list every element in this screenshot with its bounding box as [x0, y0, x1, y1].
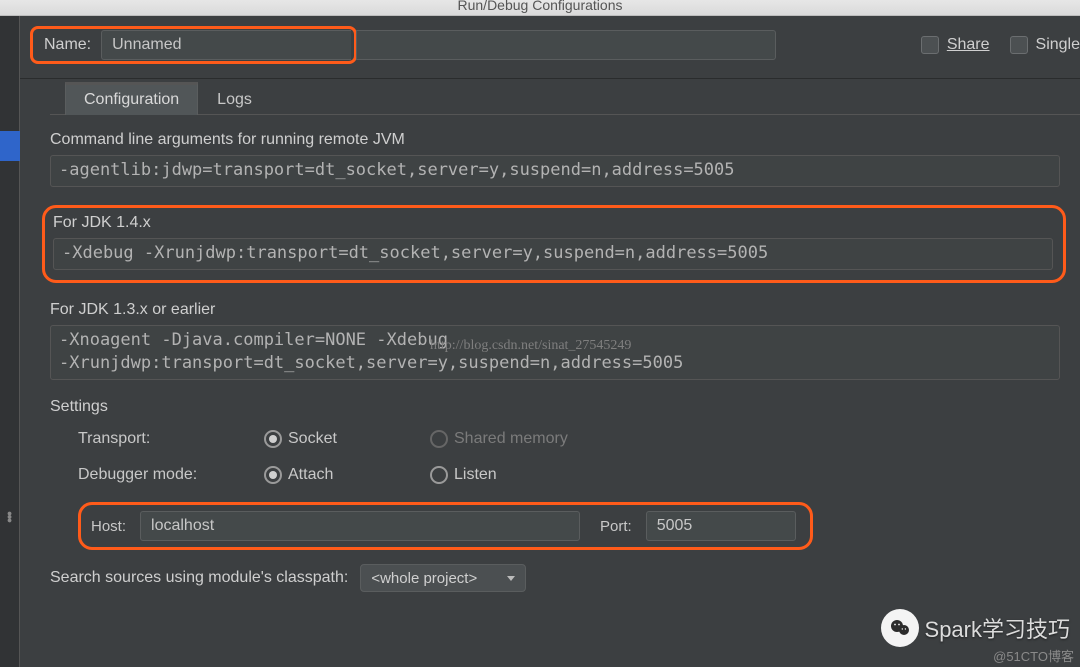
transport-socket-label: Socket [288, 430, 337, 448]
top-checkboxes: Share Single [921, 36, 1080, 54]
mode-attach-label: Attach [288, 466, 333, 484]
single-checkbox[interactable]: Single [1010, 36, 1080, 54]
port-label: Port: [594, 518, 632, 535]
search-sources-row: Search sources using module's classpath:… [50, 564, 1080, 592]
name-label: Name: [36, 36, 101, 54]
gutter-grip-icon[interactable]: ●●● [5, 511, 15, 521]
settings-title: Settings [50, 398, 1080, 416]
radio-off-icon [430, 466, 448, 484]
mode-listen-label: Listen [454, 466, 497, 484]
wechat-icon [881, 609, 919, 647]
tabs: Configuration Logs [65, 81, 1080, 115]
jdk14-highlight: For JDK 1.4.x -Xdebug -Xrunjdwp:transpor… [42, 205, 1066, 283]
single-label: Single [1036, 36, 1080, 54]
radio-on-icon [264, 430, 282, 448]
radio-off-icon [430, 430, 448, 448]
tab-logs[interactable]: Logs [198, 84, 271, 115]
left-gutter: ●●● [0, 16, 20, 667]
mode-listen[interactable]: Listen [430, 466, 580, 484]
share-checkbox[interactable]: Share [921, 36, 990, 54]
mode-label: Debugger mode: [78, 466, 248, 484]
jdk14-label: For JDK 1.4.x [53, 214, 1055, 232]
checkbox-icon [1010, 36, 1028, 54]
port-input[interactable] [646, 511, 796, 541]
chevron-down-icon [507, 576, 515, 581]
cmdline-block: Command line arguments for running remot… [50, 131, 1080, 187]
name-input-extension[interactable] [356, 30, 776, 60]
cmdline-label: Command line arguments for running remot… [50, 131, 1080, 149]
transport-shared: Shared memory [430, 430, 580, 448]
gutter-selection [0, 131, 20, 161]
name-input[interactable] [101, 30, 351, 60]
wechat-badge: Spark学习技巧 [881, 609, 1070, 647]
search-sources-value: <whole project> [371, 570, 477, 587]
host-input[interactable] [140, 511, 580, 541]
host-port-highlight: Host: Port: [78, 502, 813, 550]
watermark: http://blog.csdn.net/sinat_27545249 [430, 338, 631, 354]
window-title: Run/Debug Configurations [0, 0, 1080, 16]
transport-label: Transport: [78, 430, 248, 448]
tab-configuration[interactable]: Configuration [65, 82, 198, 115]
mode-row: Debugger mode: Attach Listen [78, 466, 1080, 484]
share-label: Share [947, 36, 990, 53]
search-sources-label: Search sources using module's classpath: [50, 569, 348, 587]
jdk13-label: For JDK 1.3.x or earlier [50, 301, 1080, 319]
transport-shared-label: Shared memory [454, 430, 568, 448]
cmdline-value[interactable]: -agentlib:jdwp=transport=dt_socket,serve… [50, 155, 1060, 187]
radio-on-icon [264, 466, 282, 484]
transport-socket[interactable]: Socket [264, 430, 414, 448]
checkbox-icon [921, 36, 939, 54]
mode-attach[interactable]: Attach [264, 466, 414, 484]
search-sources-combo[interactable]: <whole project> [360, 564, 526, 592]
host-label: Host: [85, 518, 126, 535]
credit: @51CTO博客 [993, 646, 1074, 665]
name-group-highlight: Name: [30, 26, 357, 64]
main-panel: Configuration Logs Command line argument… [20, 78, 1080, 667]
name-row: Name: Share Single [30, 25, 1080, 65]
jdk14-value[interactable]: -Xdebug -Xrunjdwp:transport=dt_socket,se… [53, 238, 1053, 270]
wechat-badge-text: Spark学习技巧 [925, 612, 1070, 644]
transport-row: Transport: Socket Shared memory [78, 430, 1080, 448]
